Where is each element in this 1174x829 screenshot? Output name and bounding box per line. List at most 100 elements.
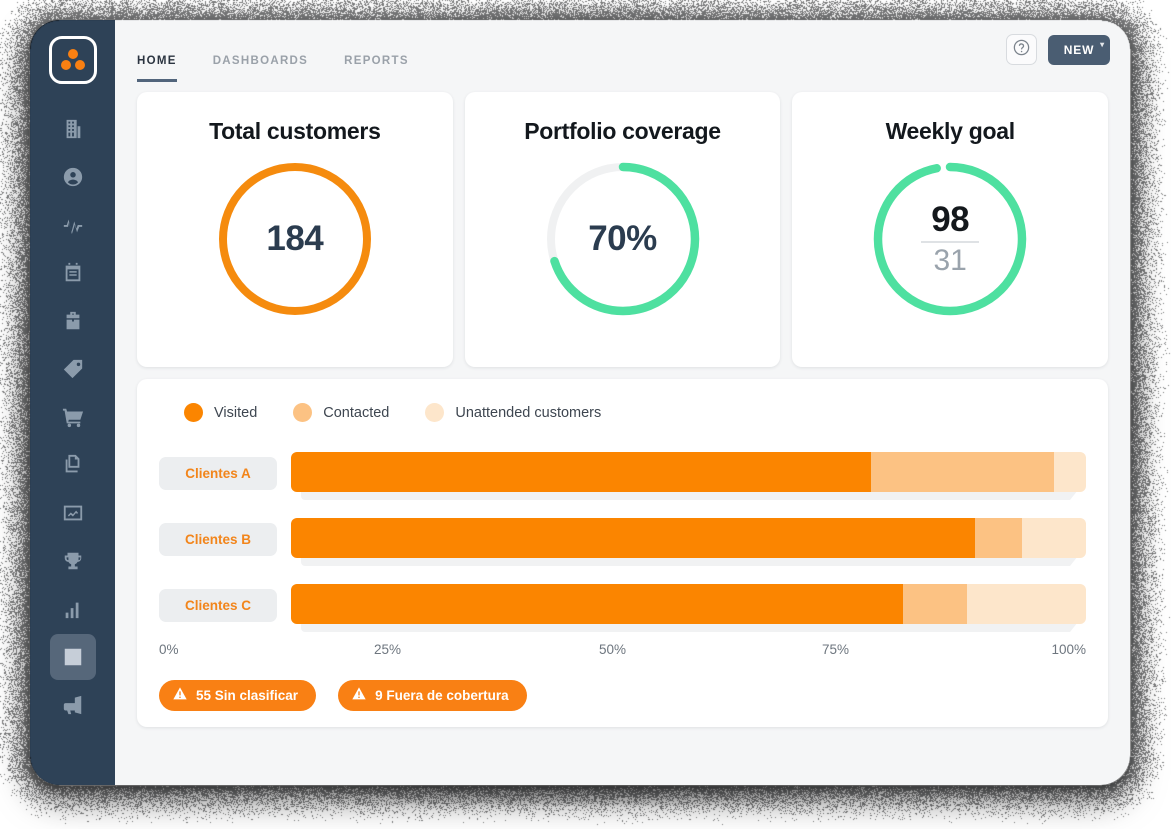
tab-reports[interactable]: REPORTS <box>344 55 409 82</box>
bar-row: Clientes A <box>159 440 1086 506</box>
chevron-down-icon: ▾ <box>1100 40 1105 49</box>
bar-category-label[interactable]: Clientes B <box>159 523 277 556</box>
content: Total customers 184 Portfolio coverage 7… <box>115 82 1130 785</box>
x-axis: 0% 25% 50% 75% 100% <box>159 642 1086 662</box>
alert-badges: 55 Sin clasificar 9 Fuera de cobertura <box>159 680 1086 711</box>
chart-legend: Visited Contacted Unattended customers <box>159 403 1086 422</box>
kpi-card-portfolio-coverage: Portfolio coverage 70% <box>465 92 781 367</box>
goal-fraction: 98 31 <box>921 200 979 278</box>
kpi-value: 184 <box>266 219 323 259</box>
tab-dashboards[interactable]: DASHBOARDS <box>213 55 308 82</box>
chart-frame-icon <box>62 502 84 524</box>
axis-tick: 75% <box>822 642 849 657</box>
fraction-divider <box>921 241 979 243</box>
bar-chart-icon <box>62 598 84 620</box>
legend-swatch <box>425 403 444 422</box>
tab-home[interactable]: HOME <box>137 55 177 82</box>
bar-segment-unattended <box>1054 452 1086 492</box>
help-button[interactable] <box>1006 34 1037 65</box>
sidebar-item-companies[interactable] <box>50 106 96 152</box>
sidebar-item-orders[interactable] <box>50 394 96 440</box>
question-circle-icon <box>1012 38 1031 62</box>
axis-tick: 100% <box>1051 642 1086 657</box>
new-button-label: NEW <box>1064 43 1094 57</box>
warning-triangle-icon <box>351 686 367 705</box>
activity-icon <box>62 214 84 236</box>
kpi-denominator: 31 <box>933 244 966 278</box>
gauge-weekly-goal: 98 31 <box>870 159 1030 319</box>
bar-track <box>291 584 1086 626</box>
legend-label: Contacted <box>323 405 389 421</box>
legend-swatch <box>184 403 203 422</box>
main-area: HOME DASHBOARDS REPORTS NEW ▾ Total cust… <box>115 20 1130 785</box>
building-icon <box>62 118 84 140</box>
sidebar-item-contacts[interactable] <box>50 154 96 200</box>
card-title: Weekly goal <box>886 118 1015 145</box>
tab-bar: HOME DASHBOARDS REPORTS <box>137 20 409 82</box>
bar-row: Clientes C <box>159 572 1086 638</box>
legend-label: Unattended customers <box>455 405 601 421</box>
device-bezel: HOME DASHBOARDS REPORTS NEW ▾ Total cust… <box>30 20 1130 785</box>
app-logo[interactable] <box>49 36 97 84</box>
topbar: HOME DASHBOARDS REPORTS NEW ▾ <box>115 20 1130 82</box>
kpi-card-row: Total customers 184 Portfolio coverage 7… <box>137 92 1108 367</box>
axis-tick: 25% <box>374 642 401 657</box>
sidebar-item-deals[interactable] <box>50 298 96 344</box>
bar-segment-visited <box>291 584 903 624</box>
bar-segment-contacted <box>903 584 967 624</box>
logo-dots-icon <box>60 48 86 72</box>
axis-tick: 50% <box>599 642 626 657</box>
bar-segment-visited <box>291 452 871 492</box>
clipboard-icon <box>62 262 84 284</box>
bar-segment-contacted <box>871 452 1054 492</box>
bar-row: Clientes B <box>159 506 1086 572</box>
sidebar-item-products[interactable] <box>50 346 96 392</box>
sidebar-item-agenda[interactable] <box>50 250 96 296</box>
legend-swatch <box>293 403 312 422</box>
sidebar-item-goals[interactable] <box>50 538 96 584</box>
cart-icon <box>62 406 84 428</box>
warning-triangle-icon <box>172 686 188 705</box>
card-title: Total customers <box>209 118 380 145</box>
topbar-actions: NEW ▾ <box>1006 34 1110 65</box>
sidebar-item-documents[interactable] <box>50 442 96 488</box>
sidebar-item-statistics[interactable] <box>50 586 96 632</box>
trophy-icon <box>62 550 84 572</box>
tag-icon <box>62 358 84 380</box>
badge-label: 55 Sin clasificar <box>196 688 298 703</box>
sidebar-item-campaigns[interactable] <box>50 682 96 728</box>
legend-label: Visited <box>214 405 257 421</box>
badge-label: 9 Fuera de cobertura <box>375 688 509 703</box>
kpi-value: 98 <box>931 200 969 240</box>
legend-item-contacted[interactable]: Contacted <box>293 403 389 422</box>
user-circle-icon <box>62 166 84 188</box>
bar-category-label[interactable]: Clientes A <box>159 457 277 490</box>
briefcase-icon <box>62 310 84 332</box>
badge-unclassified[interactable]: 55 Sin clasificar <box>159 680 316 711</box>
screenshot-root: HOME DASHBOARDS REPORTS NEW ▾ Total cust… <box>0 0 1174 829</box>
megaphone-icon <box>62 694 84 716</box>
badge-out-of-coverage[interactable]: 9 Fuera de cobertura <box>338 680 527 711</box>
axis-tick: 0% <box>159 642 179 657</box>
bar-segment-unattended <box>1022 518 1086 558</box>
kpi-card-total-customers: Total customers 184 <box>137 92 453 367</box>
legend-item-visited[interactable]: Visited <box>184 403 257 422</box>
gauge-total-customers: 184 <box>215 159 375 319</box>
sidebar-item-analytics[interactable] <box>50 490 96 536</box>
gauge-portfolio-coverage: 70% <box>543 159 703 319</box>
legend-item-unattended[interactable]: Unattended customers <box>425 403 601 422</box>
sidebar-item-dashboards[interactable] <box>50 634 96 680</box>
kpi-card-weekly-goal: Weekly goal 98 31 <box>792 92 1108 367</box>
sidebar <box>30 20 115 785</box>
bar-category-label[interactable]: Clientes C <box>159 589 277 622</box>
bar-chart: Clientes A Clientes B Clientes C 0% 25% … <box>159 440 1086 662</box>
coverage-chart-card: Visited Contacted Unattended customers C… <box>137 379 1108 727</box>
chart-box-icon <box>62 646 84 668</box>
sidebar-item-activity[interactable] <box>50 202 96 248</box>
bar-segment-visited <box>291 518 975 558</box>
new-button[interactable]: NEW ▾ <box>1048 35 1110 65</box>
bar-track <box>291 452 1086 494</box>
kpi-value: 70% <box>588 219 657 259</box>
card-title: Portfolio coverage <box>524 118 721 145</box>
bar-track <box>291 518 1086 560</box>
